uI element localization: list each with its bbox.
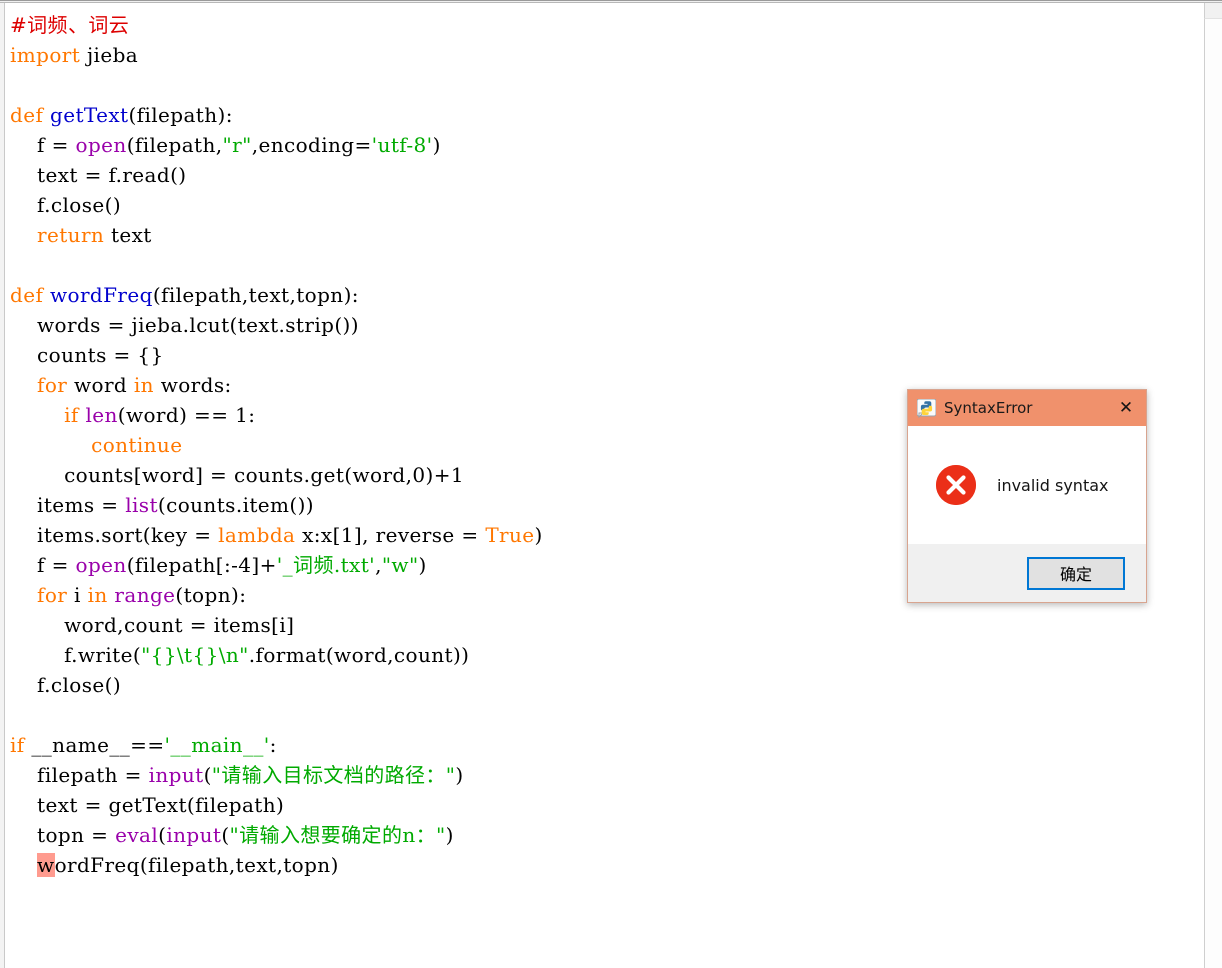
code-token-str: "请输入想要确定的n：" — [229, 823, 446, 847]
dialog-body: invalid syntax — [908, 426, 1146, 544]
window-right-scrollbar-track[interactable] — [1204, 3, 1222, 968]
code-token-str: "r" — [222, 133, 252, 157]
code-token-str: "请输入目标文档的路径：" — [211, 763, 456, 787]
error-cross-icon — [936, 465, 976, 505]
code-token-str: '__main__' — [164, 733, 270, 757]
code-token-bi: input — [166, 823, 222, 847]
code-token-err: w — [37, 853, 55, 877]
code-token-kw: def — [10, 103, 44, 127]
code-token-kw: def — [10, 283, 44, 307]
code-token-bi: list — [125, 493, 158, 517]
code-token-bi: eval — [115, 823, 159, 847]
code-token-fn: wordFreq — [50, 283, 153, 307]
code-token-kw: if — [10, 733, 25, 757]
scrollbar-up-arrow[interactable] — [1204, 3, 1222, 19]
code-token-str: "w" — [381, 553, 419, 577]
dialog-footer: 确定 — [908, 544, 1146, 602]
code-token-str: "{}\t{}\n" — [141, 643, 249, 667]
code-token-kw: if — [64, 403, 79, 427]
code-token-kw: for — [37, 583, 68, 607]
code-token-bi: input — [148, 763, 204, 787]
code-token-kw: True — [485, 523, 535, 547]
syntax-error-dialog: SyntaxError ✕ invalid syntax 确定 — [907, 389, 1147, 603]
dialog-titlebar[interactable]: SyntaxError ✕ — [908, 390, 1146, 426]
code-token-bi: range — [114, 583, 176, 607]
code-token-kw: import — [10, 43, 81, 67]
code-token-kw: for — [37, 373, 68, 397]
idle-editor-window: #词频、词云 import jieba def getText(filepath… — [0, 0, 1222, 968]
code-token-bi: open — [75, 133, 127, 157]
code-token-fn: getText — [50, 103, 129, 127]
code-token-kw: continue — [91, 433, 183, 457]
ok-button[interactable]: 确定 — [1027, 556, 1125, 590]
window-top-border — [0, 0, 1222, 3]
code-token-bi: len — [85, 403, 118, 427]
code-token-cmt: #词频、词云 — [10, 13, 130, 37]
code-token-str: 'utf-8' — [371, 133, 433, 157]
close-icon[interactable]: ✕ — [1112, 393, 1140, 423]
code-token-kw: in — [133, 373, 154, 397]
dialog-title: SyntaxError — [944, 399, 1033, 417]
error-message: invalid syntax — [997, 475, 1109, 495]
code-token-kw: lambda — [218, 523, 296, 547]
code-token-str: '_词频.txt' — [276, 553, 376, 577]
python-idle-icon — [916, 398, 937, 418]
code-token-kw: return — [37, 223, 105, 247]
window-left-border — [0, 3, 5, 968]
code-token-kw: in — [87, 583, 108, 607]
code-token-bi: open — [75, 553, 127, 577]
